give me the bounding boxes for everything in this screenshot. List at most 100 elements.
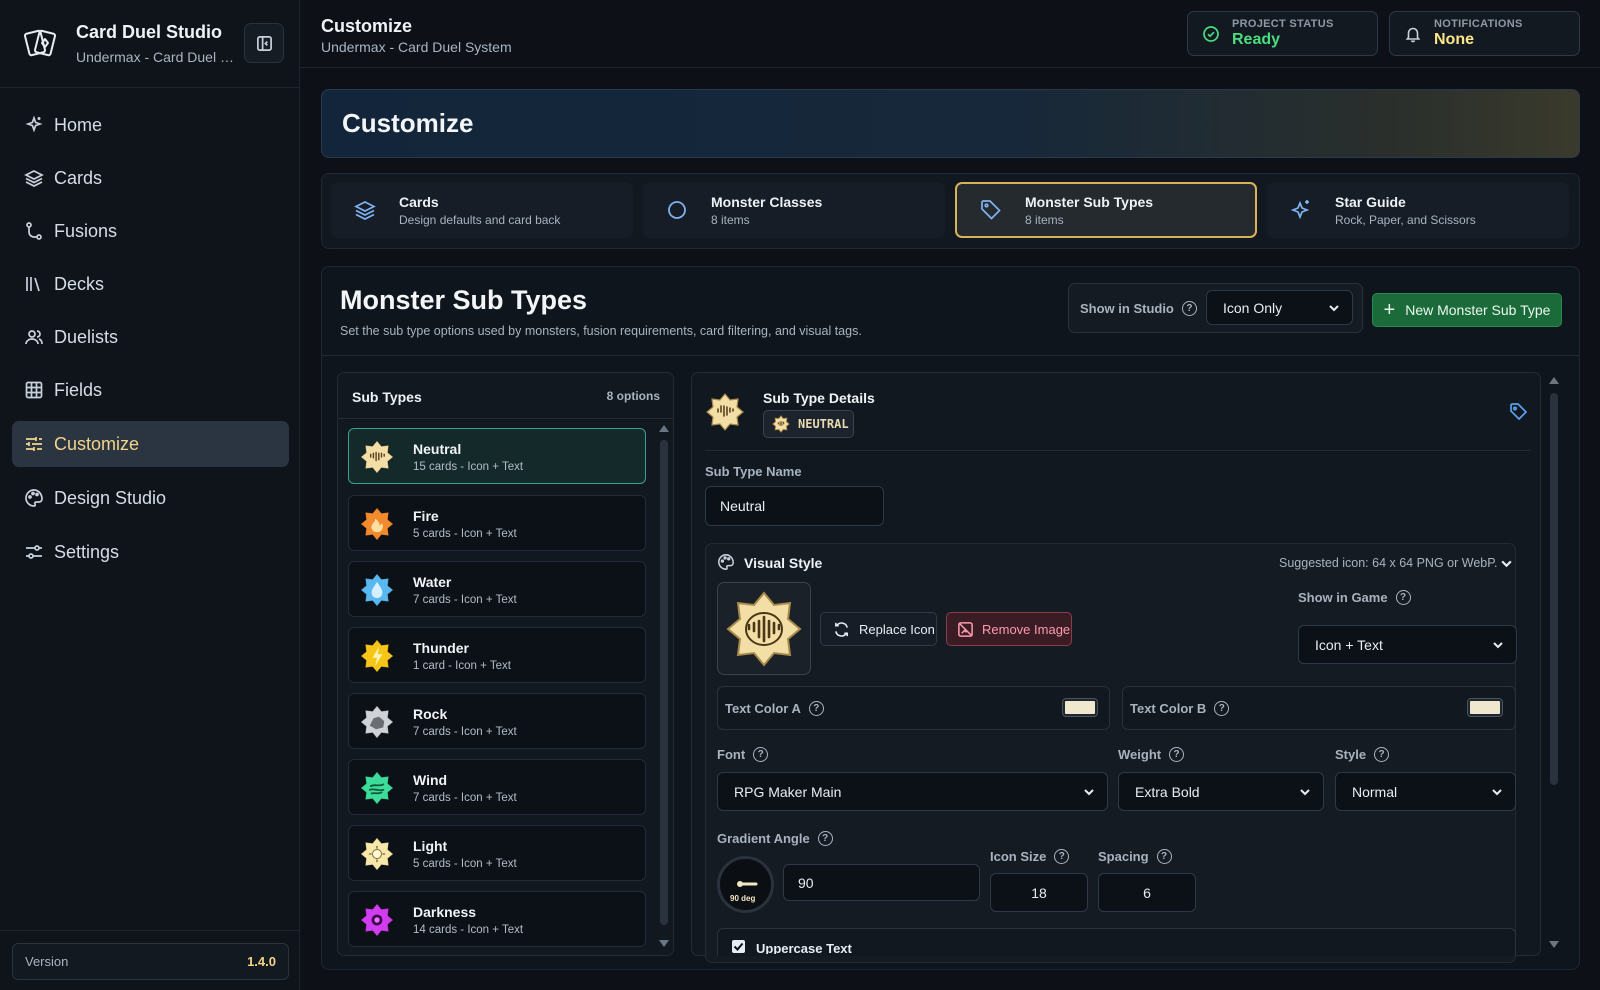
nav-settings[interactable]: Settings [12, 529, 289, 575]
darkness-icon [360, 903, 394, 937]
nav-duelists[interactable]: Duelists [12, 314, 289, 360]
tab-star-guide[interactable]: Star Guide Rock, Paper, and Scissors [1267, 182, 1569, 238]
nav-customize[interactable]: Customize [12, 421, 289, 467]
input-value: 18 [1031, 884, 1047, 901]
help-icon[interactable]: ? [753, 747, 769, 762]
tab-monster-classes[interactable]: Monster Classes 8 items [643, 182, 945, 238]
nav-label: Duelists [54, 326, 119, 347]
tag-icon[interactable] [1509, 402, 1529, 422]
help-icon[interactable]: ? [808, 701, 824, 716]
replace-icon-button[interactable]: Replace Icon [820, 612, 937, 646]
text-color-b-swatch[interactable] [1467, 698, 1503, 717]
help-icon[interactable]: ? [1054, 849, 1070, 864]
sub-type-item-thunder[interactable]: Thunder 1 card - Icon + Text [348, 627, 646, 683]
grid-icon [25, 381, 43, 399]
chevron-down-icon[interactable] [1500, 557, 1514, 571]
help-icon[interactable]: ? [1181, 301, 1197, 316]
nav-label: Cards [54, 167, 103, 188]
icon-hint: Suggested icon: 64 x 64 PNG or WebP. [1279, 556, 1498, 570]
details-divider [705, 450, 1531, 451]
input-value: Neutral [720, 498, 766, 514]
palette-icon [717, 553, 735, 571]
refresh-icon [835, 621, 848, 637]
chevron-down-icon [1300, 788, 1310, 795]
sub-type-item-darkness[interactable]: Darkness 14 cards - Icon + Text [348, 891, 646, 947]
palette-icon [25, 489, 43, 507]
scroll-down-arrow[interactable] [1549, 941, 1559, 948]
show-in-studio-select[interactable]: Icon Only [1206, 290, 1353, 325]
select-value: RPG Maker Main [734, 783, 842, 800]
button-label: Replace Icon [859, 621, 935, 637]
font-select[interactable]: RPG Maker Main [717, 772, 1108, 811]
nav-label: Fusions [54, 220, 118, 241]
sub-type-item-rock[interactable]: Rock 7 cards - Icon + Text [348, 693, 646, 749]
gradient-angle-dial[interactable] [717, 856, 774, 913]
sub-type-description: 7 cards - Icon + Text [413, 726, 517, 738]
icon-preview [717, 582, 811, 675]
weight-label-wrap: Weight? [1118, 747, 1185, 762]
nav-label: Home [54, 114, 103, 135]
help-icon[interactable]: ? [1374, 747, 1390, 762]
spacing-label-wrap: Spacing? [1098, 849, 1172, 864]
style-label: Style [1335, 747, 1367, 762]
text-color-b-label-wrap: Text Color B? [1130, 701, 1230, 716]
notifications-card[interactable]: NOTIFICATIONS None [1389, 11, 1580, 56]
details-scrollbar[interactable] [1550, 393, 1558, 785]
sub-type-item-neutral[interactable]: Neutral 15 cards - Icon + Text [348, 428, 646, 484]
style-select[interactable]: Normal [1335, 772, 1516, 811]
water-icon [360, 573, 394, 607]
icon-size-input[interactable]: 18 [990, 873, 1088, 912]
library-icon [26, 277, 40, 292]
banner-title: Customize [342, 108, 474, 138]
help-icon[interactable]: ? [817, 831, 833, 846]
spacing-input[interactable]: 6 [1098, 873, 1196, 912]
show-in-game-select[interactable]: Icon + Text [1298, 625, 1517, 664]
scroll-up-arrow[interactable] [659, 425, 669, 432]
sub-type-item-water[interactable]: Water 7 cards - Icon + Text [348, 561, 646, 617]
nav-fusions[interactable]: Fusions [12, 208, 289, 254]
help-icon[interactable]: ? [1395, 590, 1411, 605]
remove-image-button[interactable]: Remove Image [946, 612, 1072, 646]
select-value: Icon Only [1223, 299, 1283, 316]
sub-type-name: Fire [413, 508, 439, 524]
sub-type-name: Light [413, 838, 448, 854]
section-divider [322, 355, 1579, 356]
gradient-angle-label: Gradient Angle [717, 831, 810, 846]
sub-types-header: Sub Types [352, 389, 422, 405]
nav-home[interactable]: Home [12, 102, 289, 148]
tab-monster-sub-types[interactable]: Monster Sub Types 8 items [955, 182, 1257, 238]
new-monster-sub-type-button[interactable]: + New Monster Sub Type [1372, 293, 1562, 327]
sparkle-icon [1290, 200, 1310, 220]
list-scrollbar[interactable] [660, 440, 668, 925]
tab-subtitle: 8 items [711, 212, 750, 227]
show-in-game-label: Show in Game [1298, 590, 1388, 605]
nav-cards[interactable]: Cards [12, 155, 289, 201]
text-color-a-swatch[interactable] [1062, 698, 1098, 717]
help-icon[interactable]: ? [1214, 701, 1230, 716]
uppercase-checkbox[interactable] [732, 940, 745, 953]
nav-decks[interactable]: Decks [12, 261, 289, 307]
scroll-down-arrow[interactable] [659, 940, 669, 947]
nav-fields[interactable]: Fields [12, 367, 289, 413]
app-logo-icon [24, 26, 56, 60]
sub-type-item-wind[interactable]: Wind 7 cards - Icon + Text [348, 759, 646, 815]
help-icon[interactable]: ? [1156, 849, 1172, 864]
light-icon [360, 837, 394, 871]
weight-select[interactable]: Extra Bold [1118, 772, 1324, 811]
collapse-sidebar-button[interactable] [244, 23, 284, 63]
tab-cards[interactable]: Cards Design defaults and card back [331, 182, 633, 238]
nav-design-studio[interactable]: Design Studio [12, 475, 289, 521]
help-icon[interactable]: ? [1169, 747, 1185, 762]
nav-label: Settings [54, 541, 120, 562]
gradient-angle-input[interactable]: 90 [783, 864, 980, 901]
badge-text: NEUTRAL [798, 417, 849, 431]
sidebar-divider [0, 87, 300, 88]
sub-type-item-fire[interactable]: Fire 5 cards - Icon + Text [348, 495, 646, 551]
sidebar-divider [0, 930, 300, 931]
section-title: Monster Sub Types [340, 285, 588, 315]
sub-type-name-input[interactable]: Neutral [705, 486, 884, 526]
sub-types-count: 8 options [606, 389, 660, 403]
sub-type-item-light[interactable]: Light 5 cards - Icon + Text [348, 825, 646, 881]
scroll-up-arrow[interactable] [1549, 377, 1559, 384]
neutral-icon [772, 415, 790, 433]
